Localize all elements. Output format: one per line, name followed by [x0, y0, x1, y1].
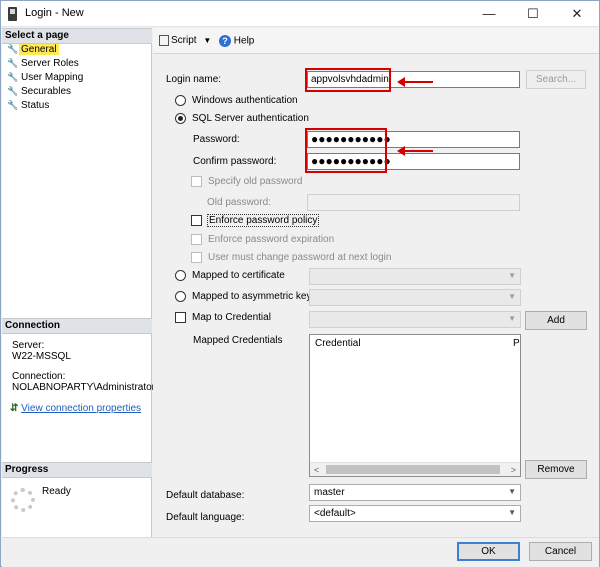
- sidebar-item-label: General: [19, 44, 59, 55]
- server-value: W22-MSSQL: [12, 351, 71, 362]
- sidebar-item-label: Status: [21, 100, 50, 111]
- progress-header: Progress: [2, 462, 152, 478]
- second-column-header[interactable]: P: [513, 338, 520, 349]
- progress-spinner-icon: [11, 488, 35, 512]
- annotation-box-login: [305, 68, 391, 92]
- view-connection-properties[interactable]: ⇵ View connection properties: [10, 403, 141, 415]
- sidebar-item-label: Securables: [21, 86, 72, 97]
- windows-auth-label: Windows authentication: [192, 95, 298, 106]
- annotation-arrow-login: [397, 77, 433, 87]
- enforce-policy-checkbox[interactable]: [191, 215, 202, 226]
- dialog-footer: OK Cancel: [2, 537, 599, 567]
- certificate-combo[interactable]: ▼: [309, 268, 521, 285]
- confirm-password-label: Confirm password:: [193, 156, 277, 167]
- sql-auth-label: SQL Server authentication: [192, 113, 309, 124]
- chevron-down-icon: ▼: [508, 508, 516, 517]
- mapped-asym-key-label: Mapped to asymmetric key: [192, 291, 312, 302]
- scroll-thumb[interactable]: [326, 465, 500, 474]
- sidebar-item-status[interactable]: 🔧 Status: [7, 100, 51, 114]
- enforce-expiration-label: Enforce password expiration: [208, 234, 335, 245]
- chevron-down-icon: ▼: [508, 487, 516, 496]
- cancel-button[interactable]: Cancel: [529, 542, 592, 561]
- sidebar-item-server-roles[interactable]: 🔧 Server Roles: [7, 58, 81, 72]
- login-new-dialog: Login - New — ☐ ✕ Select a page 🔧 General…: [0, 0, 600, 567]
- chevron-down-icon: ▼: [203, 36, 212, 46]
- connection-header: Connection: [2, 318, 152, 334]
- specify-old-password-checkbox[interactable]: [191, 176, 202, 187]
- mapped-credentials-label: Mapped Credentials: [193, 335, 283, 346]
- default-language-label: Default language:: [166, 512, 245, 523]
- old-password-label: Old password:: [207, 197, 271, 208]
- ok-button[interactable]: OK: [457, 542, 520, 561]
- search-button[interactable]: Search...: [526, 70, 586, 89]
- chevron-down-icon: ▼: [508, 271, 516, 280]
- mapped-asym-key-radio[interactable]: [175, 291, 186, 302]
- mapped-certificate-radio[interactable]: [175, 270, 186, 281]
- close-button[interactable]: ✕: [555, 1, 599, 27]
- default-language-combo[interactable]: <default> ▼: [309, 505, 521, 522]
- select-page-header: Select a page: [2, 28, 152, 44]
- enforce-expiration-checkbox[interactable]: [191, 234, 202, 245]
- map-credential-label: Map to Credential: [192, 312, 271, 323]
- sidebar-item-general[interactable]: 🔧 General: [7, 44, 59, 58]
- window-title: Login - New: [25, 7, 84, 19]
- default-database-combo[interactable]: master ▼: [309, 484, 521, 501]
- old-password-input[interactable]: [307, 194, 520, 211]
- help-button[interactable]: ? Help: [219, 35, 254, 47]
- script-label: Script: [171, 35, 197, 47]
- maximize-button[interactable]: ☐: [511, 1, 555, 27]
- windows-auth-radio[interactable]: [175, 95, 186, 106]
- progress-status: Ready: [42, 486, 71, 497]
- connection-value: NOLABNOPARTY\Administrator: [12, 382, 156, 393]
- minimize-button[interactable]: —: [467, 1, 511, 27]
- login-name-label: Login name:: [166, 74, 222, 85]
- chevron-down-icon: ▼: [508, 314, 516, 323]
- wrench-icon: 🔧: [7, 72, 19, 82]
- add-button[interactable]: Add: [525, 311, 587, 330]
- password-label: Password:: [193, 134, 240, 145]
- sidebar-item-label: Server Roles: [21, 58, 79, 69]
- sidebar-item-securables[interactable]: 🔧 Securables: [7, 86, 73, 100]
- wrench-icon: 🔧: [7, 100, 19, 110]
- enforce-policy-label: Enforce password policy: [207, 214, 320, 227]
- wrench-icon: 🔧: [7, 86, 19, 96]
- default-database-value: master: [314, 487, 345, 498]
- must-change-label: User must change password at next login: [208, 252, 392, 263]
- sidebar-item-label: User Mapping: [21, 72, 84, 83]
- credential-column-header[interactable]: Credential: [315, 338, 361, 349]
- horizontal-scrollbar[interactable]: < >: [310, 462, 520, 476]
- general-page: Script ▼ ? Help Login name: appvolsvhdad…: [153, 28, 599, 537]
- title-bar: Login - New — ☐ ✕: [1, 1, 599, 27]
- credential-combo[interactable]: ▼: [309, 311, 521, 328]
- script-icon: [159, 35, 169, 46]
- map-credential-checkbox[interactable]: [175, 312, 186, 323]
- sidebar: Select a page 🔧 General 🔧 Server Roles 🔧 Us…: [2, 28, 156, 537]
- annotation-arrow-password: [397, 146, 433, 156]
- scroll-left-icon[interactable]: <: [314, 463, 319, 477]
- mapped-certificate-label: Mapped to certificate: [192, 270, 285, 281]
- connection-properties-icon: ⇵: [10, 403, 19, 414]
- mapped-credentials-grid[interactable]: Credential P < >: [309, 334, 521, 477]
- help-label: Help: [233, 35, 255, 47]
- sql-auth-radio[interactable]: [175, 113, 186, 124]
- view-connection-properties-link[interactable]: View connection properties: [21, 403, 141, 414]
- default-language-value: <default>: [314, 508, 356, 519]
- remove-button[interactable]: Remove: [525, 460, 587, 479]
- must-change-checkbox[interactable]: [191, 252, 202, 263]
- scroll-right-icon[interactable]: >: [511, 463, 516, 477]
- asym-key-combo[interactable]: ▼: [309, 289, 521, 306]
- wrench-icon: 🔧: [7, 44, 19, 54]
- help-icon: ?: [219, 35, 231, 47]
- default-database-label: Default database:: [166, 490, 245, 501]
- app-icon: [8, 7, 17, 21]
- script-button[interactable]: Script ▼: [159, 35, 211, 46]
- chevron-down-icon: ▼: [508, 292, 516, 301]
- sidebar-item-user-mapping[interactable]: 🔧 User Mapping: [7, 72, 85, 86]
- wrench-icon: 🔧: [7, 58, 19, 68]
- toolbar: Script ▼ ? Help: [153, 28, 599, 54]
- specify-old-password-label: Specify old password: [208, 176, 303, 187]
- annotation-box-password: [305, 128, 387, 173]
